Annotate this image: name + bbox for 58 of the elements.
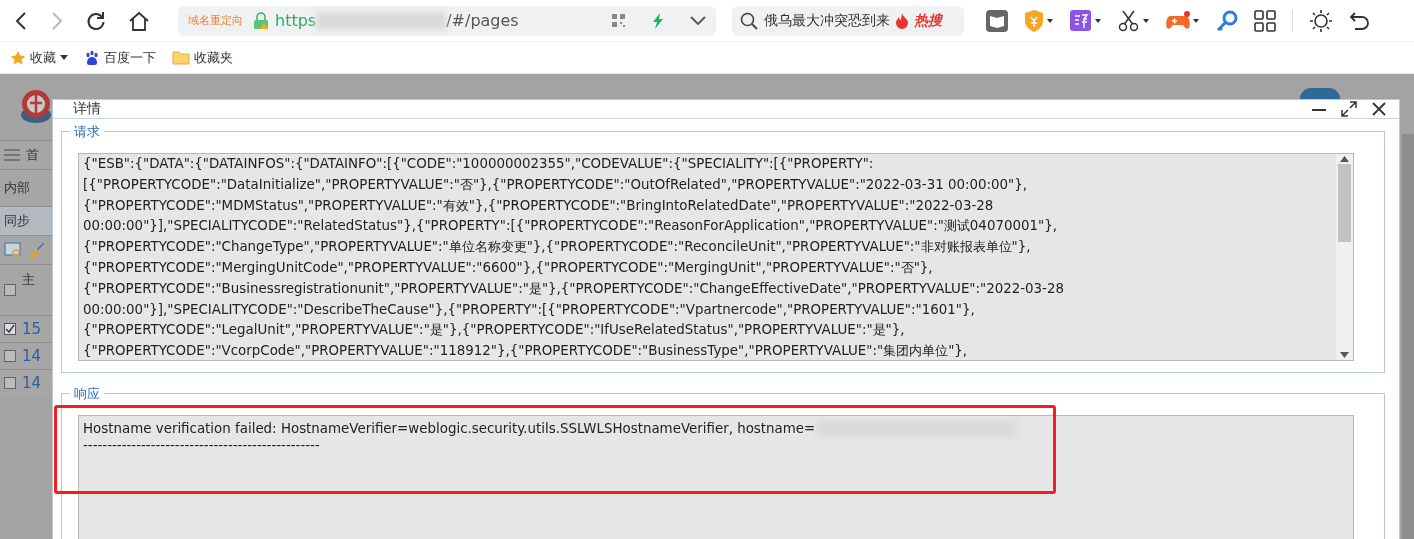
response-legend: 响应 (70, 385, 104, 403)
checkbox[interactable] (4, 323, 16, 335)
text-line: {"PROPERTYCODE":"MDMStatus","PROPERTYVALUE":"有效"},{"PROPERTYCODE":"BringIntoRelatedDate","PROPERTYVALUE":"2022-03-28 (83, 196, 995, 215)
gamepad-icon[interactable] (1166, 9, 1200, 32)
request-textarea[interactable] (78, 153, 1354, 361)
text-line: {"PROPERTYCODE":"LegalUnit","PROPERTYVALUE":"是"},{"PROPERTYCODE":"IfUseRelatedStatus","PROPERTYVALUE":"是"}, (83, 321, 906, 340)
column-header: 主 (22, 271, 35, 289)
company-logo-icon (20, 89, 52, 125)
scroll-up-icon[interactable] (1340, 156, 1349, 162)
checkbox[interactable] (4, 284, 16, 296)
nav-tab[interactable]: 首 (26, 146, 39, 164)
text-line: {"PROPERTYCODE":"ChangeType","PROPERTYVALUE":"单位名称变更"},{"PROPERTYCODE":"ReconcileUnit","PROPERTYVALUE":"非对账报表单位"}, (83, 238, 1032, 257)
text-line: {"PROPERTYCODE":"Businessregistrationunit","PROPERTYVALUE":"是"},{"PROPERTYCODE":"ChangeEffectiveDate","PROPERTYVALUE":"2022-03-28 (83, 279, 1065, 298)
search-icon (740, 11, 758, 30)
text-line: Hostname verification failed: HostnameVerifier=weblogic.security.utils.SSLWLSHostnameVerifier, hostname= (83, 420, 816, 437)
bookmark-link[interactable]: 收藏 (30, 48, 56, 67)
qr-code-icon[interactable] (612, 13, 626, 28)
paw-icon (84, 49, 100, 66)
dialog-title: 详情 (73, 100, 102, 118)
book-icon[interactable] (986, 9, 1008, 32)
bookmark-link[interactable]: 收藏夹 (194, 48, 233, 67)
reload-icon[interactable] (86, 10, 106, 31)
home-icon[interactable] (128, 10, 150, 31)
text-line: {"PROPERTYCODE":"VcorpCode","PROPERTYVALUE":"118912"},{"PROPERTYCODE":"BusinessType","PROPERTYVALUE":"集团内单位"}, (83, 342, 969, 361)
response-textarea[interactable]: Hostname verification failed: HostnameVerifier=weblogic.security.utils.SSLWLSHostnameVerifier, hostname= ------------------------------------------------- (78, 415, 1354, 539)
key-icon[interactable] (1216, 9, 1238, 32)
text-line: {"ESB":{"DATA":{"DATAINFOS":{"DATAINFO":[{"CODE":"100000002355","CODEVALUE":{"SPECIALITY":[{"PROPERTY": (83, 155, 875, 173)
sun-icon[interactable] (1309, 8, 1333, 33)
maximize-icon[interactable] (1341, 101, 1357, 117)
text-line: 00:00:00"}],"SPECIALITYCODE":"RelatedStatus"},{"PROPERTY":[{"PROPERTYCODE":"ReasonForApplication","PROPERTYVALUE":"测试04070001"}, (83, 217, 1058, 236)
text-line: ------------------------------------------------- (83, 437, 320, 454)
grid-icon[interactable] (1254, 9, 1276, 32)
text-line: [{"PROPERTYCODE":"DataInitialize","PROPERTYVALUE":"否"},{"PROPERTYCODE":"OutOfRelated","PROPERTYVALUE":"2022-03-31 00:00:00"}, (83, 175, 1028, 194)
back-icon[interactable] (14, 10, 28, 31)
lock-icon (253, 11, 269, 30)
redirect-label: 域名重定向 (188, 13, 243, 28)
url-scheme: https (275, 11, 317, 30)
caret-icon[interactable] (60, 55, 68, 60)
search-field[interactable]: 俄乌最大冲突恐到来 热搜 (732, 5, 964, 36)
flame-icon (896, 12, 908, 29)
translate-icon[interactable] (1070, 9, 1102, 32)
request-legend: 请求 (70, 123, 104, 141)
star-icon (10, 49, 26, 66)
text-line: {"PROPERTYCODE":"MergingUnitCode","PROPERTYVALUE":"6600"},{"PROPERTYCODE":"MergingUnit","PROPERTYVALUE":"否"}, (83, 259, 934, 277)
filter-label: 内部 (4, 179, 30, 197)
address-bar[interactable]: 域名重定向 https /#/pages (178, 5, 716, 36)
checkbox[interactable] (4, 377, 16, 389)
close-icon[interactable] (1371, 101, 1387, 117)
url-path: /#/pages (446, 11, 519, 30)
checkbox[interactable] (4, 350, 16, 362)
bookmark-link[interactable]: 百度一下 (104, 48, 156, 67)
folder-icon (172, 50, 190, 65)
undo-icon[interactable] (1349, 10, 1371, 31)
scrollbar-thumb[interactable] (1338, 164, 1351, 242)
chevron-down-icon[interactable] (690, 15, 706, 26)
scroll-down-icon[interactable] (1340, 352, 1349, 358)
scissors-icon[interactable] (1118, 9, 1150, 32)
text-line: 00:00:00"}],"SPECIALITYCODE":"DescribeTheCause"},{"PROPERTY":[{"PROPERTYCODE":"Vpartnercode","PROPERTYVALUE":"1601"}, (83, 300, 976, 319)
